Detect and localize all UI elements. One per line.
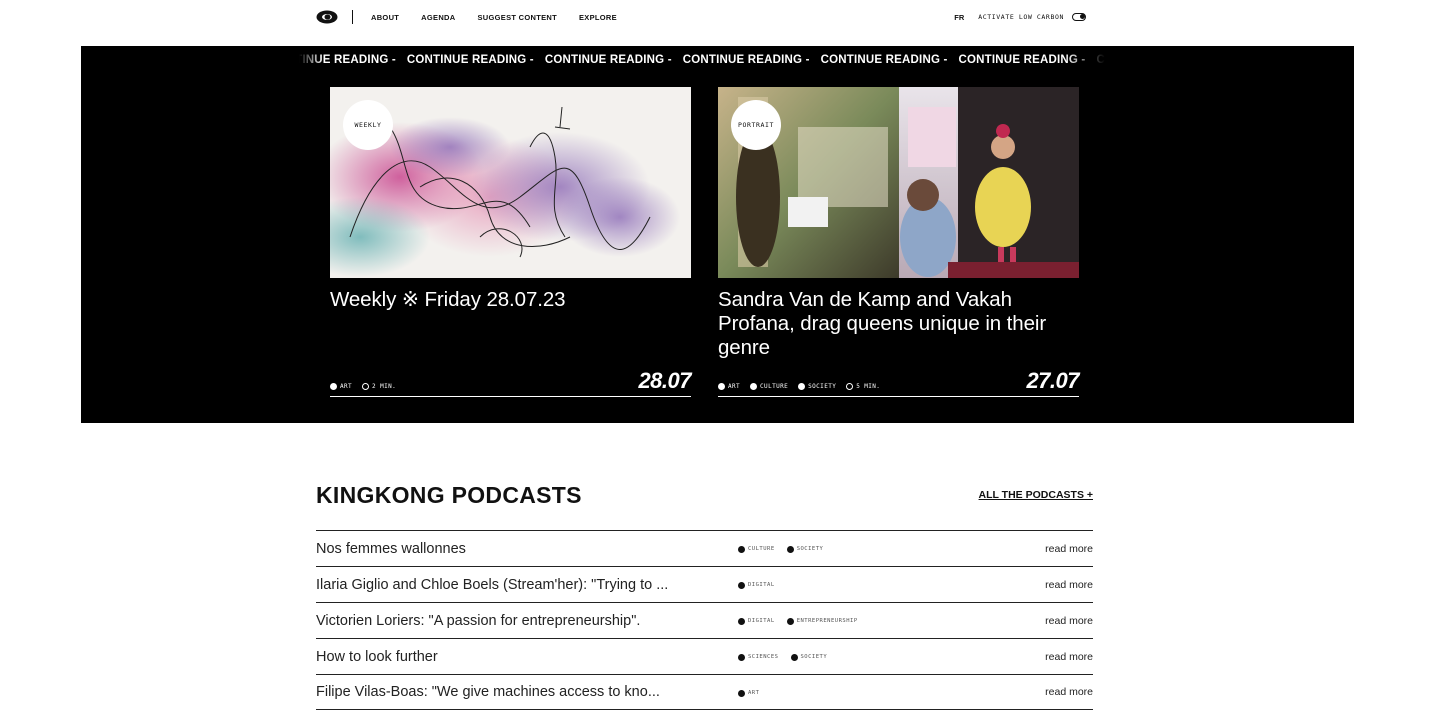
read-more-link[interactable]: read more [1045, 651, 1093, 663]
podcast-title[interactable]: Filipe Vilas-Boas: "We give machines acc… [316, 684, 736, 700]
read-more-link[interactable]: read more [1045, 543, 1093, 555]
tag-society[interactable]: SOCIETY [790, 653, 828, 661]
tag-art[interactable]: ART [738, 689, 760, 697]
dot-icon [738, 617, 745, 625]
tag-art[interactable]: ART [718, 383, 740, 392]
continue-reading-ticker[interactable]: CONTINUE READING - CONTINUE READING - CO… [299, 46, 1105, 76]
podcasts-header: KINGKONG PODCASTS ALL THE PODCASTS + [316, 480, 1093, 510]
podcast-list: Nos femmes wallonnes CULTURE SOCIETY rea… [316, 530, 1093, 710]
eye-logo-icon[interactable] [316, 10, 338, 24]
podcast-row[interactable]: Ilaria Giglio and Chloe Boels (Stream'he… [316, 566, 1093, 602]
tag-label: DIGITAL [748, 618, 775, 624]
read-time-label: 2 MIN. [372, 383, 397, 390]
tag-label: SOCIETY [800, 654, 828, 660]
tag-culture[interactable]: CULTURE [738, 545, 775, 553]
tag-culture[interactable]: CULTURE [750, 383, 788, 392]
card-date: 28.07 [638, 368, 691, 393]
read-more-link[interactable]: read more [1045, 579, 1093, 591]
ticker-fade [299, 46, 323, 76]
dot-icon [738, 689, 745, 697]
tag-label: SCIENCES [748, 654, 779, 660]
tag-label: ART [748, 690, 760, 696]
card-date: 27.07 [1026, 368, 1079, 393]
podcast-title[interactable]: Victorien Loriers: "A passion for entrep… [316, 613, 736, 629]
podcast-title[interactable]: How to look further [316, 649, 736, 665]
podcast-row[interactable]: Filipe Vilas-Boas: "We give machines acc… [316, 674, 1093, 710]
ticker-item: CONTINUE READING - [682, 54, 810, 66]
clock-icon [362, 383, 370, 390]
dot-icon [786, 545, 794, 553]
dot-icon [738, 545, 745, 553]
dot-icon [786, 617, 794, 625]
tag-label: CULTURE [748, 546, 775, 552]
low-carbon-toggle[interactable] [1072, 13, 1086, 21]
tag-society[interactable]: SOCIETY [798, 383, 836, 392]
tag-label: CULTURE [760, 383, 789, 390]
tag-label: SOCIETY [796, 546, 824, 552]
nav-suggest-content[interactable]: SUGGEST CONTENT [477, 13, 557, 22]
dot-icon [738, 653, 745, 661]
card-meta: ART 2 MIN. 28.07 [330, 369, 691, 397]
tag-society[interactable]: SOCIETY [786, 545, 824, 553]
nav-about[interactable]: ABOUT [371, 13, 399, 22]
tag-digital[interactable]: DIGITAL [738, 617, 775, 625]
read-time: 2 MIN. [362, 383, 396, 392]
read-more-link[interactable]: read more [1045, 686, 1093, 698]
dot-icon [330, 383, 337, 390]
tag-entrepreneurship[interactable]: ENTREPRENEURSHIP [786, 617, 858, 625]
ticker-item: CONTINUE READING - [406, 54, 534, 66]
read-more-link[interactable]: read more [1045, 615, 1093, 627]
nav-explore[interactable]: EXPLORE [579, 13, 617, 22]
dot-icon [750, 383, 758, 390]
card-meta: ART CULTURE SOCIETY 5 MIN. 27.07 [718, 369, 1079, 397]
dot-icon [790, 653, 798, 661]
featured-section: CONTINUE READING - CONTINUE READING - CO… [81, 46, 1354, 423]
tag-label: ENTREPRENEURSHIP [796, 618, 858, 624]
low-carbon-control[interactable]: ACTIVATE LOW CARBON [978, 13, 1086, 21]
tag-label: SOCIETY [808, 383, 837, 390]
low-carbon-label: ACTIVATE LOW CARBON [978, 13, 1064, 21]
card-title[interactable]: Sandra Van de Kamp and Vakah Profana, dr… [718, 288, 1079, 364]
tag-label: ART [728, 383, 741, 390]
language-switch[interactable]: FR [954, 13, 964, 22]
portrait-badge: PORTRAIT [731, 100, 781, 150]
weekly-thumbnail[interactable]: WEEKLY [330, 87, 691, 278]
nav-agenda[interactable]: AGENDA [421, 13, 455, 22]
read-time: 5 MIN. [846, 383, 880, 392]
tag-label: ART [340, 383, 353, 390]
dot-icon [718, 383, 725, 390]
tag-art[interactable]: ART [330, 383, 352, 392]
podcast-row[interactable]: Nos femmes wallonnes CULTURE SOCIETY rea… [316, 530, 1093, 566]
ticker-fade [1065, 46, 1105, 76]
top-nav: ABOUT AGENDA SUGGEST CONTENT EXPLORE FR … [316, 0, 1086, 34]
read-time-label: 5 MIN. [856, 383, 881, 390]
portrait-thumbnail[interactable]: PORTRAIT [718, 87, 1079, 278]
podcast-row[interactable]: How to look further SCIENCES SOCIETY rea… [316, 638, 1093, 674]
article-card-weekly[interactable]: WEEKLY Weekly ※ Friday 28.07.23 ART 2 MI… [330, 87, 691, 397]
card-title[interactable]: Weekly ※ Friday 28.07.23 [330, 288, 691, 364]
ticker-item: CONTINUE READING - [544, 54, 672, 66]
podcast-row[interactable]: Victorien Loriers: "A passion for entrep… [316, 602, 1093, 638]
tag-sciences[interactable]: SCIENCES [738, 653, 779, 661]
nav-divider [352, 10, 353, 24]
tag-label: DIGITAL [748, 582, 775, 588]
dot-icon [798, 383, 806, 390]
podcast-title[interactable]: Ilaria Giglio and Chloe Boels (Stream'he… [316, 577, 736, 593]
podcast-title[interactable]: Nos femmes wallonnes [316, 541, 736, 557]
all-podcasts-link[interactable]: ALL THE PODCASTS + [979, 489, 1093, 501]
weekly-badge: WEEKLY [343, 100, 393, 150]
ticker-item: CONTINUE READING - [820, 54, 948, 66]
article-card-portrait[interactable]: PORTRAIT Sandra Van de Kamp and Vakah Pr… [718, 87, 1079, 397]
podcasts-title: KINGKONG PODCASTS [316, 481, 582, 508]
dot-icon [738, 581, 745, 589]
tag-digital[interactable]: DIGITAL [738, 581, 775, 589]
clock-icon [846, 383, 854, 390]
